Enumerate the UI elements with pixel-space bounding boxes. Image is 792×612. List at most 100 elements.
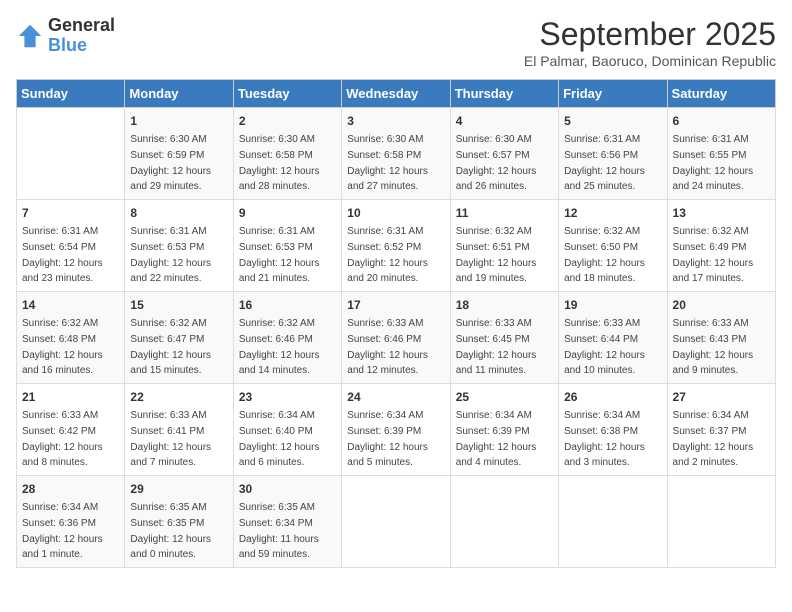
day-number: 23 [239, 388, 336, 406]
calendar-cell [342, 476, 450, 568]
calendar-cell: 23 Sunrise: 6:34 AMSunset: 6:40 PMDayligh… [233, 384, 341, 476]
day-number: 10 [347, 204, 444, 222]
cell-info: Sunrise: 6:33 AMSunset: 6:42 PMDaylight:… [22, 410, 103, 468]
calendar-cell: 1 Sunrise: 6:30 AMSunset: 6:59 PMDaylight… [125, 108, 233, 200]
day-number: 29 [130, 480, 227, 498]
title-block: September 2025 El Palmar, Baoruco, Domin… [524, 16, 776, 69]
calendar-cell: 17 Sunrise: 6:33 AMSunset: 6:46 PMDayligh… [342, 292, 450, 384]
day-number: 13 [673, 204, 770, 222]
cell-info: Sunrise: 6:31 AMSunset: 6:56 PMDaylight:… [564, 134, 645, 192]
calendar-week-row: 28Sunrise: 6:34 AMSunset: 6:36 PMDayligh… [17, 476, 776, 568]
calendar-cell: 3Sunrise: 6:30 AMSunset: 6:58 PMDaylight… [342, 108, 450, 200]
calendar-week-row: 14 Sunrise: 6:32 AMSunset: 6:48 PMDayligh… [17, 292, 776, 384]
calendar-cell: 8 Sunrise: 6:31 AMSunset: 6:53 PMDaylight… [125, 200, 233, 292]
cell-info: Sunrise: 6:33 AMSunset: 6:41 PMDaylight:… [130, 410, 211, 468]
day-number: 6 [673, 112, 770, 130]
day-number: 20 [673, 296, 770, 314]
calendar-cell: 12Sunrise: 6:32 AMSunset: 6:50 PMDayligh… [559, 200, 667, 292]
calendar-cell [667, 476, 775, 568]
calendar-cell: 18Sunrise: 6:33 AMSunset: 6:45 PMDayligh… [450, 292, 558, 384]
calendar-cell: 10 Sunrise: 6:31 AMSunset: 6:52 PMDayligh… [342, 200, 450, 292]
calendar-cell: 22 Sunrise: 6:33 AMSunset: 6:41 PMDayligh… [125, 384, 233, 476]
day-number: 21 [22, 388, 119, 406]
column-header-tuesday: Tuesday [233, 80, 341, 108]
cell-info: Sunrise: 6:32 AMSunset: 6:49 PMDaylight:… [673, 226, 754, 284]
day-number: 25 [456, 388, 553, 406]
cell-info: Sunrise: 6:32 AMSunset: 6:46 PMDaylight:… [239, 318, 320, 376]
cell-info: Sunrise: 6:34 AMSunset: 6:39 PMDaylight:… [347, 410, 428, 468]
calendar-week-row: 1 Sunrise: 6:30 AMSunset: 6:59 PMDaylight… [17, 108, 776, 200]
cell-info: Sunrise: 6:33 AMSunset: 6:44 PMDaylight:… [564, 318, 645, 376]
calendar-cell [559, 476, 667, 568]
header: General Blue September 2025 El Palmar, B… [16, 16, 776, 69]
calendar-cell: 11 Sunrise: 6:32 AMSunset: 6:51 PMDayligh… [450, 200, 558, 292]
day-number: 15 [130, 296, 227, 314]
cell-info: Sunrise: 6:31 AMSunset: 6:53 PMDaylight:… [130, 226, 211, 284]
column-header-monday: Monday [125, 80, 233, 108]
day-number: 11 [456, 204, 553, 222]
cell-info: Sunrise: 6:30 AMSunset: 6:58 PMDaylight:… [347, 134, 428, 192]
day-number: 2 [239, 112, 336, 130]
calendar-cell: 25 Sunrise: 6:34 AMSunset: 6:39 PMDayligh… [450, 384, 558, 476]
calendar-table: SundayMondayTuesdayWednesdayThursdayFrid… [16, 79, 776, 568]
calendar-cell: 19 Sunrise: 6:33 AMSunset: 6:44 PMDayligh… [559, 292, 667, 384]
column-header-wednesday: Wednesday [342, 80, 450, 108]
column-header-sunday: Sunday [17, 80, 125, 108]
logo-general-text: General [48, 16, 115, 36]
day-number: 14 [22, 296, 119, 314]
location-subtitle: El Palmar, Baoruco, Dominican Republic [524, 53, 776, 69]
cell-info: Sunrise: 6:31 AMSunset: 6:54 PMDaylight:… [22, 226, 103, 284]
day-number: 4 [456, 112, 553, 130]
cell-info: Sunrise: 6:33 AMSunset: 6:43 PMDaylight:… [673, 318, 754, 376]
day-number: 17 [347, 296, 444, 314]
day-number: 19 [564, 296, 661, 314]
calendar-cell: 24Sunrise: 6:34 AMSunset: 6:39 PMDayligh… [342, 384, 450, 476]
calendar-cell: 9Sunrise: 6:31 AMSunset: 6:53 PMDaylight… [233, 200, 341, 292]
day-number: 22 [130, 388, 227, 406]
cell-info: Sunrise: 6:32 AMSunset: 6:50 PMDaylight:… [564, 226, 645, 284]
calendar-cell: 7 Sunrise: 6:31 AMSunset: 6:54 PMDaylight… [17, 200, 125, 292]
calendar-cell: 15Sunrise: 6:32 AMSunset: 6:47 PMDayligh… [125, 292, 233, 384]
day-number: 1 [130, 112, 227, 130]
calendar-cell: 27Sunrise: 6:34 AMSunset: 6:37 PMDayligh… [667, 384, 775, 476]
calendar-cell: 21 Sunrise: 6:33 AMSunset: 6:42 PMDayligh… [17, 384, 125, 476]
cell-info: Sunrise: 6:32 AMSunset: 6:48 PMDaylight:… [22, 318, 103, 376]
column-header-saturday: Saturday [667, 80, 775, 108]
calendar-cell: 30 Sunrise: 6:35 AMSunset: 6:34 PMDayligh… [233, 476, 341, 568]
day-number: 16 [239, 296, 336, 314]
calendar-cell: 2Sunrise: 6:30 AMSunset: 6:58 PMDaylight… [233, 108, 341, 200]
day-number: 30 [239, 480, 336, 498]
calendar-cell: 29 Sunrise: 6:35 AMSunset: 6:35 PMDayligh… [125, 476, 233, 568]
logo: General Blue [16, 16, 115, 56]
cell-info: Sunrise: 6:34 AMSunset: 6:39 PMDaylight:… [456, 410, 537, 468]
cell-info: Sunrise: 6:30 AMSunset: 6:57 PMDaylight:… [456, 134, 537, 192]
day-number: 8 [130, 204, 227, 222]
cell-info: Sunrise: 6:31 AMSunset: 6:55 PMDaylight:… [673, 134, 754, 192]
cell-info: Sunrise: 6:35 AMSunset: 6:35 PMDaylight:… [130, 502, 211, 560]
column-header-thursday: Thursday [450, 80, 558, 108]
calendar-cell: 16 Sunrise: 6:32 AMSunset: 6:46 PMDayligh… [233, 292, 341, 384]
calendar-cell: 14 Sunrise: 6:32 AMSunset: 6:48 PMDayligh… [17, 292, 125, 384]
calendar-cell: 6 Sunrise: 6:31 AMSunset: 6:55 PMDaylight… [667, 108, 775, 200]
calendar-cell: 13 Sunrise: 6:32 AMSunset: 6:49 PMDayligh… [667, 200, 775, 292]
logo-blue-text: Blue [48, 36, 115, 56]
cell-info: Sunrise: 6:34 AMSunset: 6:37 PMDaylight:… [673, 410, 754, 468]
cell-info: Sunrise: 6:32 AMSunset: 6:51 PMDaylight:… [456, 226, 537, 284]
cell-info: Sunrise: 6:34 AMSunset: 6:36 PMDaylight:… [22, 502, 103, 560]
cell-info: Sunrise: 6:31 AMSunset: 6:52 PMDaylight:… [347, 226, 428, 284]
cell-info: Sunrise: 6:30 AMSunset: 6:59 PMDaylight:… [130, 134, 211, 192]
month-title: September 2025 [524, 16, 776, 53]
calendar-cell [17, 108, 125, 200]
calendar-cell: 5Sunrise: 6:31 AMSunset: 6:56 PMDaylight… [559, 108, 667, 200]
cell-info: Sunrise: 6:34 AMSunset: 6:38 PMDaylight:… [564, 410, 645, 468]
cell-info: Sunrise: 6:34 AMSunset: 6:40 PMDaylight:… [239, 410, 320, 468]
calendar-header-row: SundayMondayTuesdayWednesdayThursdayFrid… [17, 80, 776, 108]
calendar-cell: 4 Sunrise: 6:30 AMSunset: 6:57 PMDaylight… [450, 108, 558, 200]
cell-info: Sunrise: 6:35 AMSunset: 6:34 PMDaylight:… [239, 502, 319, 560]
day-number: 18 [456, 296, 553, 314]
calendar-week-row: 21 Sunrise: 6:33 AMSunset: 6:42 PMDayligh… [17, 384, 776, 476]
cell-info: Sunrise: 6:33 AMSunset: 6:46 PMDaylight:… [347, 318, 428, 376]
calendar-cell: 28Sunrise: 6:34 AMSunset: 6:36 PMDayligh… [17, 476, 125, 568]
day-number: 7 [22, 204, 119, 222]
calendar-cell: 26Sunrise: 6:34 AMSunset: 6:38 PMDayligh… [559, 384, 667, 476]
